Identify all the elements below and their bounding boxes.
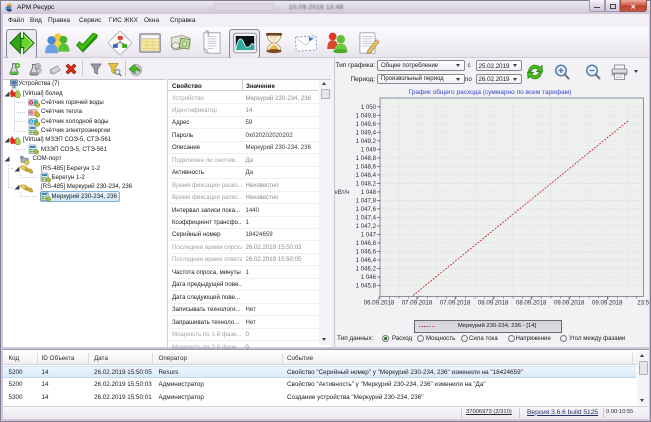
svg-text:1 046: 1 046 [361, 274, 377, 281]
svg-text:09.09.2018: 09.09.2018 [592, 300, 623, 307]
svg-text:1 047,8: 1 047,8 [356, 198, 377, 205]
svg-text:1 048,4: 1 048,4 [356, 172, 377, 179]
svg-text:1 049,2: 1 049,2 [356, 138, 377, 145]
svg-text:1 048,8: 1 048,8 [356, 155, 377, 162]
svg-text:1 048,6: 1 048,6 [356, 164, 377, 171]
svg-text:07.09.2018: 07.09.2018 [402, 300, 433, 307]
svg-text:1 048: 1 048 [361, 189, 377, 196]
svg-text:1 046,6: 1 046,6 [356, 249, 377, 256]
svg-text:1 049,4: 1 049,4 [356, 130, 377, 137]
svg-text:1 049,6: 1 049,6 [356, 121, 377, 128]
svg-text:07.09.2018: 07.09.2018 [440, 300, 471, 307]
svg-text:1 048,2: 1 048,2 [356, 181, 377, 188]
svg-text:1 047,6: 1 047,6 [356, 206, 377, 213]
svg-text:08.09.2018: 08.09.2018 [478, 300, 509, 307]
svg-text:1 047,4: 1 047,4 [356, 215, 377, 222]
svg-text:кВт/ч: кВт/ч [335, 189, 349, 196]
svg-text:06.09.2018: 06.09.2018 [364, 300, 395, 307]
svg-text:1 049,8: 1 049,8 [356, 113, 377, 120]
svg-text:1 045,8: 1 045,8 [356, 283, 377, 290]
svg-text:1 049: 1 049 [361, 147, 377, 154]
svg-text:09.09.2018: 09.09.2018 [554, 300, 585, 307]
svg-text:1 050: 1 050 [361, 104, 377, 111]
svg-text:1 046,2: 1 046,2 [356, 266, 377, 273]
svg-text:1 046,4: 1 046,4 [356, 257, 377, 264]
svg-text:1 046,8: 1 046,8 [356, 240, 377, 247]
svg-text:1 047: 1 047 [361, 232, 377, 239]
svg-text:08.09.2018: 08.09.2018 [516, 300, 547, 307]
svg-text:1 047,2: 1 047,2 [356, 223, 377, 230]
